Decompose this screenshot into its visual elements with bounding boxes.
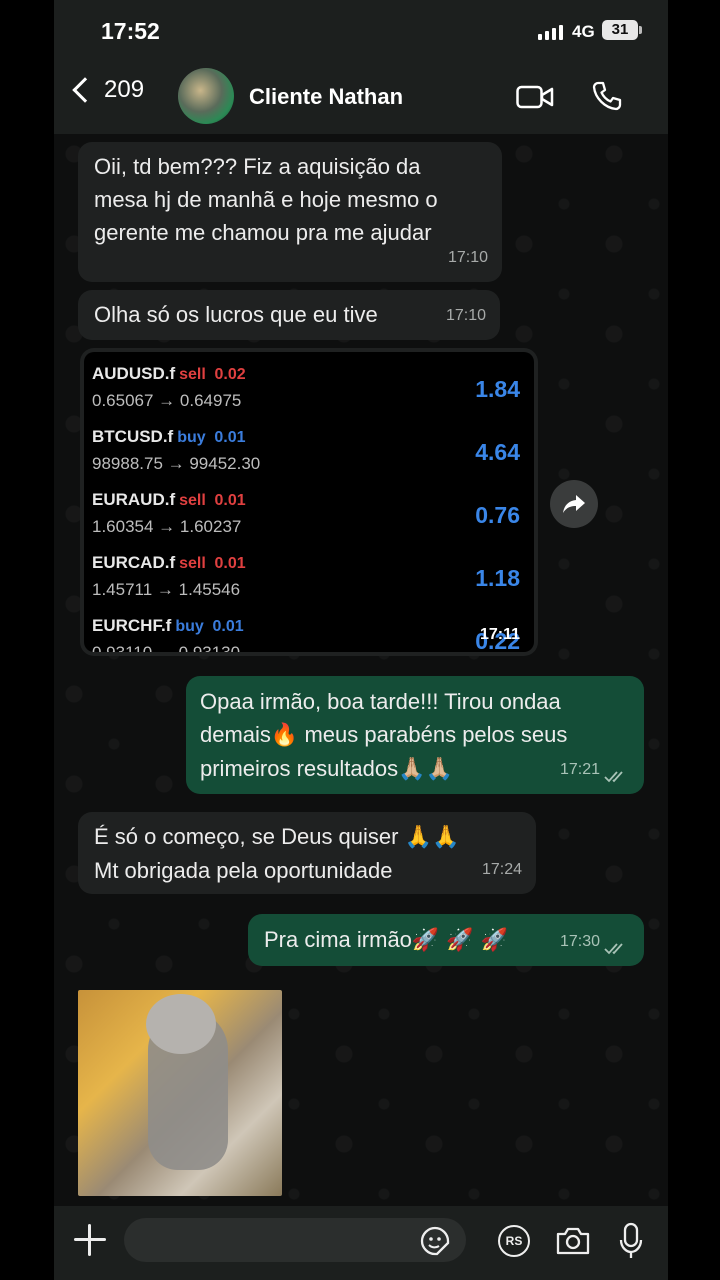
back-button[interactable]: 209 — [70, 76, 144, 104]
trades-screenshot[interactable]: AUDUSD.f sell 0.02 0.65067 → 0.64975 1.84… — [84, 352, 534, 652]
read-receipt-icon — [604, 943, 623, 955]
avatar[interactable] — [178, 68, 234, 124]
trade-profit: 1.84 — [475, 376, 520, 402]
trade-prices: 98988.75 → 99452.30 — [92, 454, 261, 473]
sticker-icon[interactable] — [420, 1226, 450, 1256]
message-time: 17:10 — [447, 249, 488, 266]
message-time: 17:21 — [559, 761, 600, 778]
payment-rs-icon[interactable]: RS — [498, 1225, 530, 1257]
trade-profit: 4.64 — [475, 439, 520, 465]
video-call-icon[interactable] — [516, 84, 554, 110]
message-time: 17:24 — [481, 861, 522, 878]
message-text: Opaa irmão, boa tarde!!! Tirou ondaa dem… — [200, 689, 568, 782]
message-time: 17:30 — [559, 933, 600, 950]
trade-side: buy — [177, 429, 206, 446]
trade-prices: 0.93110 → 0.93130 — [92, 643, 240, 652]
forward-button[interactable] — [550, 480, 598, 528]
message-bubble[interactable]: Oii, td bem??? Fiz a aquisição da mesa h… — [78, 142, 502, 282]
status-time: 17:52 — [101, 18, 160, 44]
chat-area[interactable]: Oii, td bem??? Fiz a aquisição da mesa h… — [54, 134, 668, 1206]
trade-volume: 0.01 — [212, 618, 244, 635]
image-message[interactable]: AUDUSD.f sell 0.02 0.65067 → 0.64975 1.84… — [80, 348, 538, 656]
chevron-left-icon — [72, 77, 98, 103]
pray-emoji: 🙏🏼🙏🏼 — [398, 757, 453, 782]
chat-header: 209 Cliente Nathan — [54, 62, 668, 134]
trade-side: sell — [179, 492, 206, 509]
contact-name[interactable]: Cliente Nathan — [249, 84, 403, 110]
status-bar: 17:52 4G 31 — [54, 0, 668, 62]
pray-emoji: 🙏🙏 — [404, 825, 460, 850]
camera-icon[interactable] — [555, 1226, 591, 1256]
trade-volume: 0.01 — [214, 555, 246, 572]
network-label: 4G — [572, 22, 595, 41]
trade-pair: EURAUD.f — [92, 490, 176, 509]
microphone-icon[interactable] — [619, 1222, 643, 1260]
attach-plus-icon[interactable] — [74, 1224, 106, 1256]
trade-row: AUDUSD.f sell 0.02 0.65067 → 0.64975 1.84 — [92, 364, 528, 427]
trade-pair: EURCAD.f — [92, 553, 176, 572]
message-bubble[interactable]: Olha só os lucros que eu tive 17:10 — [78, 290, 500, 340]
trade-row: BTCUSD.f buy 0.01 98988.75 → 99452.30 4.6… — [92, 427, 528, 490]
trade-row: EURCHF.fbuy 0.01 0.93110 → 0.93130 0.22 — [92, 616, 528, 652]
trade-row: EURAUD.f sell 0.01 1.60354 → 1.60237 0.76 — [92, 490, 528, 553]
trade-row: EURCAD.f sell 0.01 1.45711 → 1.45546 1.18 — [92, 553, 528, 616]
message-text: Oii, td bem??? Fiz a aquisição da mesa h… — [94, 154, 438, 245]
message-text: É só o começo, se Deus quiser 🙏🙏 Mt obri… — [94, 824, 460, 883]
battery-icon: 31 — [602, 20, 642, 40]
message-time: 17:11 — [479, 626, 520, 643]
message-bubble[interactable]: É só o começo, se Deus quiser 🙏🙏 Mt obri… — [78, 812, 536, 894]
forward-icon — [563, 495, 585, 513]
message-time: 17:10 — [445, 307, 486, 324]
trade-profit: 1.18 — [475, 565, 520, 591]
message-text: Olha só os lucros que eu tive — [94, 302, 378, 327]
signal-icon — [538, 24, 563, 40]
trade-profit: 0.76 — [475, 502, 520, 528]
trade-pair: AUDUSD.f — [92, 364, 176, 383]
trade-volume: 0.01 — [214, 492, 246, 509]
message-input[interactable] — [124, 1218, 466, 1262]
unread-count: 209 — [104, 76, 145, 103]
trade-side: buy — [175, 618, 204, 635]
message-text: Pra cima irmão🚀 🚀 🚀 — [264, 927, 509, 953]
input-bar: RS — [54, 1206, 668, 1280]
message-bubble[interactable]: Opaa irmão, boa tarde!!! Tirou ondaa dem… — [186, 676, 644, 794]
phone-screen: 17:52 4G 31 209 Cliente Nathan Oii, td b… — [54, 0, 668, 1280]
trade-volume: 0.02 — [214, 366, 246, 383]
trade-pair: EURCHF.f — [92, 616, 172, 635]
cat-gif-image[interactable] — [78, 990, 282, 1196]
trade-pair: BTCUSD.f — [92, 427, 174, 446]
fire-emoji: 🔥 — [270, 723, 299, 748]
trade-side: sell — [179, 366, 206, 383]
message-bubble[interactable]: Pra cima irmão🚀 🚀 🚀 17:30 — [248, 914, 644, 966]
trade-prices: 0.65067 → 0.64975 — [92, 391, 242, 410]
rocket-emoji: 🚀 🚀 🚀 — [411, 928, 509, 953]
phone-call-icon[interactable] — [591, 80, 623, 112]
trade-side: sell — [179, 555, 206, 572]
trade-prices: 1.60354 → 1.60237 — [92, 517, 242, 536]
trade-volume: 0.01 — [214, 429, 246, 446]
read-receipt-icon — [604, 771, 623, 783]
trade-prices: 1.45711 → 1.45546 — [92, 580, 241, 599]
